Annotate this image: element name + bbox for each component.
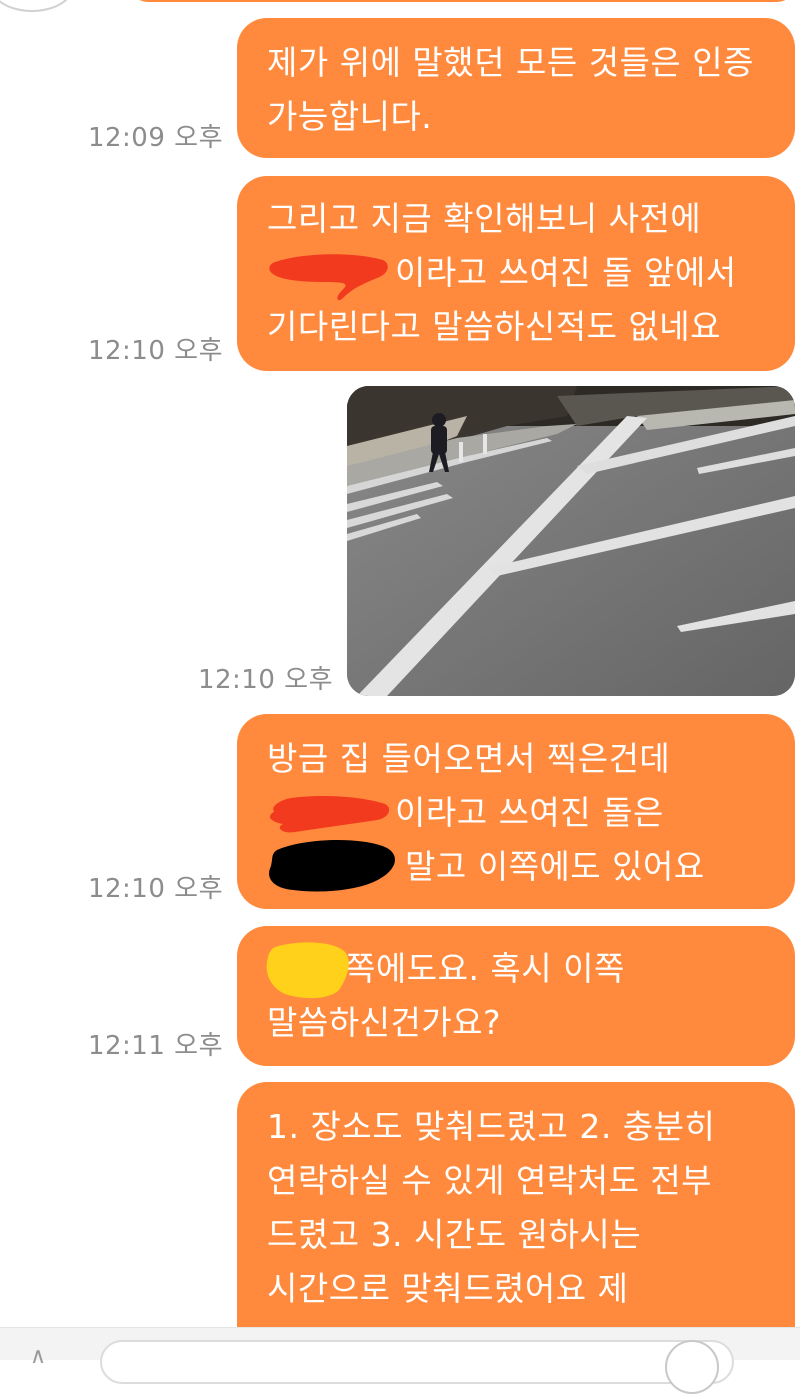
- previous-message-bubble-edge: [130, 0, 795, 2]
- message-text-line: 방금 집 들어오면서 찍은건데: [267, 739, 671, 778]
- message-row: 12:10 오후 그리고 지금 확인해보니 사전에 이라고 쓰여진 돌 앞에서 …: [88, 176, 795, 371]
- message-timestamp: 12:11 오후: [87, 1031, 223, 1061]
- chevron-icon[interactable]: ∧: [30, 1344, 46, 1369]
- message-text-line: 연락하실 수 있게 연락처도 전부: [267, 1161, 713, 1200]
- message-text-line: 제가 위에 말했던 모든 것들은 인증: [267, 43, 754, 82]
- message-bubble[interactable]: 1. 장소도 맞춰드렸고 2. 충분히 연락하실 수 있게 연락처도 전부 드렸…: [237, 1082, 795, 1342]
- message-input[interactable]: [100, 1340, 734, 1384]
- message-bubble[interactable]: 쪽에도요. 혹시 이쪽 말씀하신건가요?: [237, 926, 795, 1066]
- message-text: 쪽에도요. 혹시 이쪽: [345, 949, 625, 988]
- photo-image: [347, 386, 795, 696]
- message-row: 12:09 오후 제가 위에 말했던 모든 것들은 인증 가능합니다.: [88, 18, 795, 158]
- message-row: 12:10 오후 방금 집 들어오면서 찍은건데 이라고 쓰여진 돌은 말고 이…: [88, 714, 795, 909]
- message-text-line-with-redaction: 말고 이쪽에도 있어요: [267, 839, 761, 894]
- message-timestamp: 12:10 오후: [197, 665, 333, 695]
- message-text: 이라고 쓰여진 돌 앞에서: [395, 253, 737, 292]
- message-text-line-with-redaction: 쪽에도요. 혹시 이쪽: [266, 942, 761, 999]
- message-text-line: 가능합니다.: [267, 97, 433, 136]
- message-text: 이라고 쓰여진 돌은: [395, 793, 664, 832]
- message-text-line-with-redaction: 이라고 쓰여진 돌 앞에서: [267, 246, 761, 301]
- message-text-line: 시간으로 맞춰드렸어요 제: [267, 1269, 629, 1308]
- message-text-line: 드렸고 3. 시간도 원하시는: [267, 1215, 642, 1254]
- avatar-partial: [0, 0, 74, 12]
- message-text: 말고 이쪽에도 있어요: [405, 847, 705, 886]
- message-bubble[interactable]: 방금 집 들어오면서 찍은건데 이라고 쓰여진 돌은 말고 이쪽에도 있어요: [237, 714, 795, 909]
- message-text-line-with-redaction: 이라고 쓰여진 돌은: [267, 786, 761, 840]
- message-timestamp: 12:09 오후: [87, 123, 223, 153]
- black-redaction-scribble: [263, 834, 403, 914]
- message-row: 1. 장소도 맞춰드렸고 2. 충분히 연락하실 수 있게 연락처도 전부 드렸…: [237, 1082, 795, 1342]
- message-timestamp: 12:10 오후: [87, 874, 223, 904]
- message-input-bar: ∧: [0, 1327, 800, 1394]
- message-bubble[interactable]: 그리고 지금 확인해보니 사전에 이라고 쓰여진 돌 앞에서 기다린다고 말씀하…: [237, 176, 795, 371]
- message-bubble[interactable]: 제가 위에 말했던 모든 것들은 인증 가능합니다.: [237, 18, 795, 158]
- message-text-line: 그리고 지금 확인해보니 사전에: [267, 199, 702, 238]
- message-row: 12:11 오후 쪽에도요. 혹시 이쪽 말씀하신건가요?: [88, 926, 795, 1066]
- message-row: 12:10 오후: [198, 386, 795, 696]
- message-timestamp: 12:10 오후: [87, 336, 223, 366]
- circle-icon[interactable]: [665, 1340, 719, 1394]
- message-text-line: 1. 장소도 맞춰드렸고 2. 충분히: [267, 1107, 716, 1146]
- message-text-line: 말씀하신건가요?: [267, 1003, 502, 1042]
- street-crosswalk-photo[interactable]: [347, 386, 795, 696]
- message-text-line: 기다린다고 말씀하신적도 없네요: [267, 307, 722, 346]
